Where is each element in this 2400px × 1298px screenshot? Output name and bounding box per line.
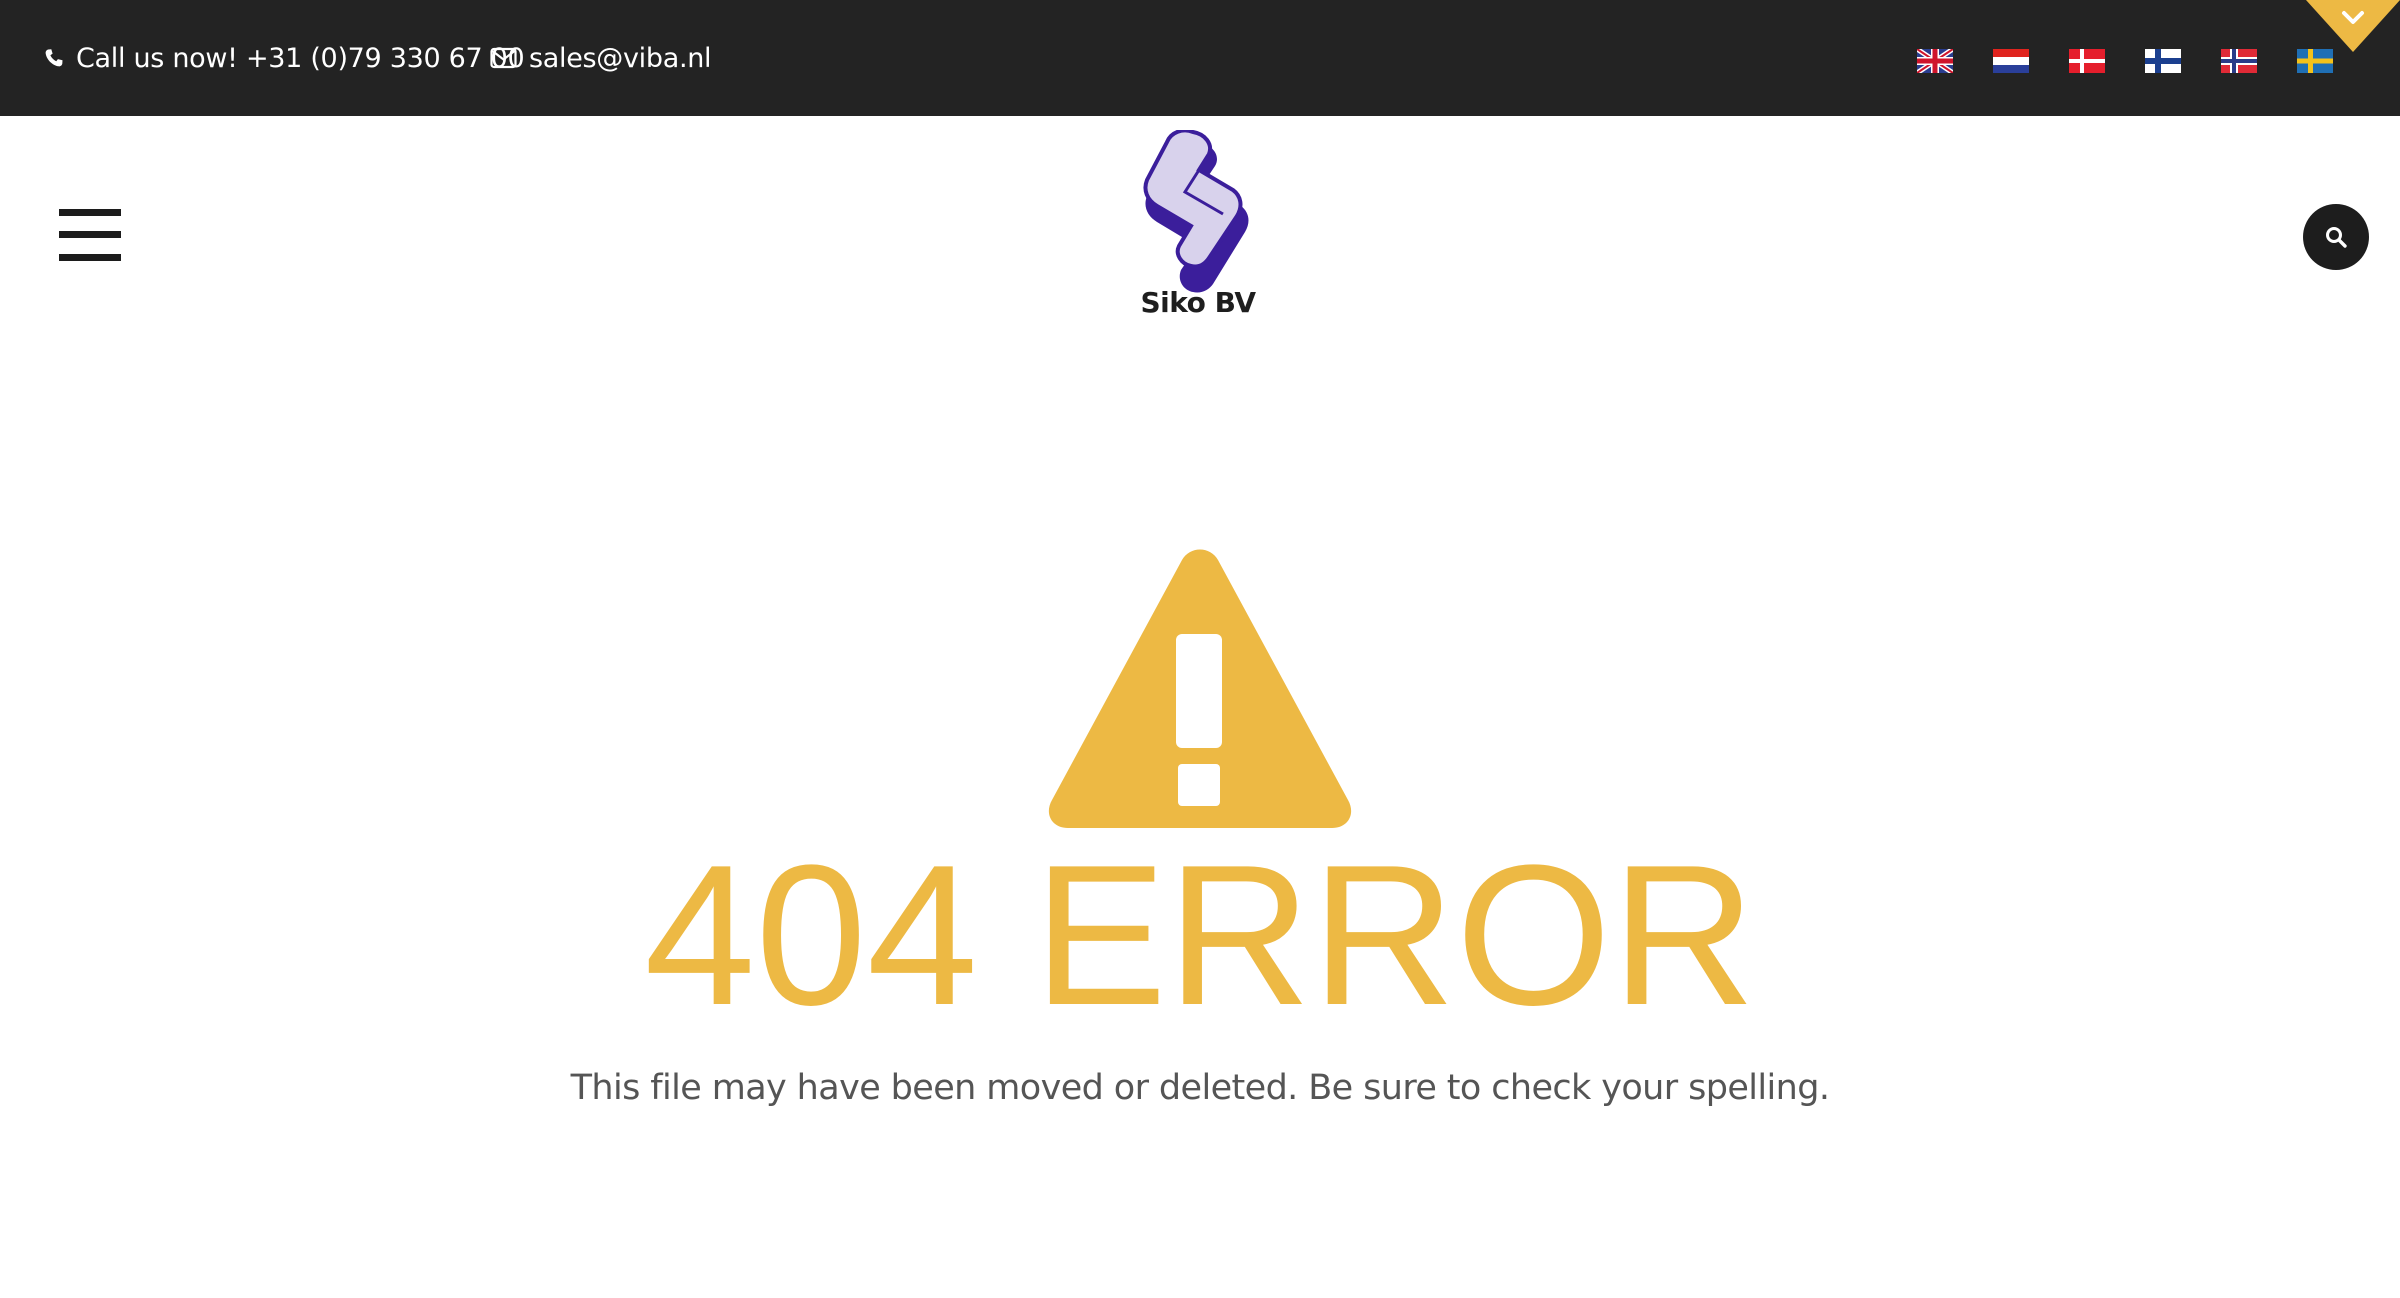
hamburger-menu-icon[interactable] (59, 209, 121, 261)
search-button[interactable] (2303, 204, 2369, 270)
flag-finland-icon[interactable] (2145, 49, 2181, 73)
search-icon (2326, 227, 2347, 248)
topbar-toggle-button[interactable] (2306, 0, 2400, 52)
menu-bar (59, 209, 121, 216)
flag-denmark-icon[interactable] (2069, 49, 2105, 73)
menu-bar (59, 231, 121, 238)
email-link[interactable]: sales@viba.nl (529, 43, 712, 74)
site-logo[interactable]: Siko BV (1138, 130, 1258, 322)
top-bar: Call us now! +31 (0)79 330 67 00 sales@v… (0, 0, 2400, 116)
contact-email[interactable]: sales@viba.nl (490, 0, 712, 116)
flag-netherlands-icon[interactable] (1993, 49, 2029, 73)
phone-text: Call us now! +31 (0)79 330 67 00 (76, 42, 525, 74)
language-switcher (1917, 49, 2333, 73)
warning-triangle-icon (1048, 549, 1352, 828)
menu-bar (59, 254, 121, 261)
phone-icon (45, 49, 63, 67)
logo-icon (1143, 130, 1249, 293)
error-title: 404 ERROR (644, 824, 1756, 1047)
envelope-icon (490, 47, 517, 69)
logo-text: Siko BV (1140, 286, 1257, 319)
error-message: This file may have been moved or deleted… (570, 1068, 1830, 1108)
flag-sweden-icon[interactable] (2297, 49, 2333, 73)
flag-norway-icon[interactable] (2221, 49, 2257, 73)
flag-uk-icon[interactable] (1917, 49, 1953, 73)
contact-phone[interactable]: Call us now! +31 (0)79 330 67 00 (44, 0, 525, 116)
